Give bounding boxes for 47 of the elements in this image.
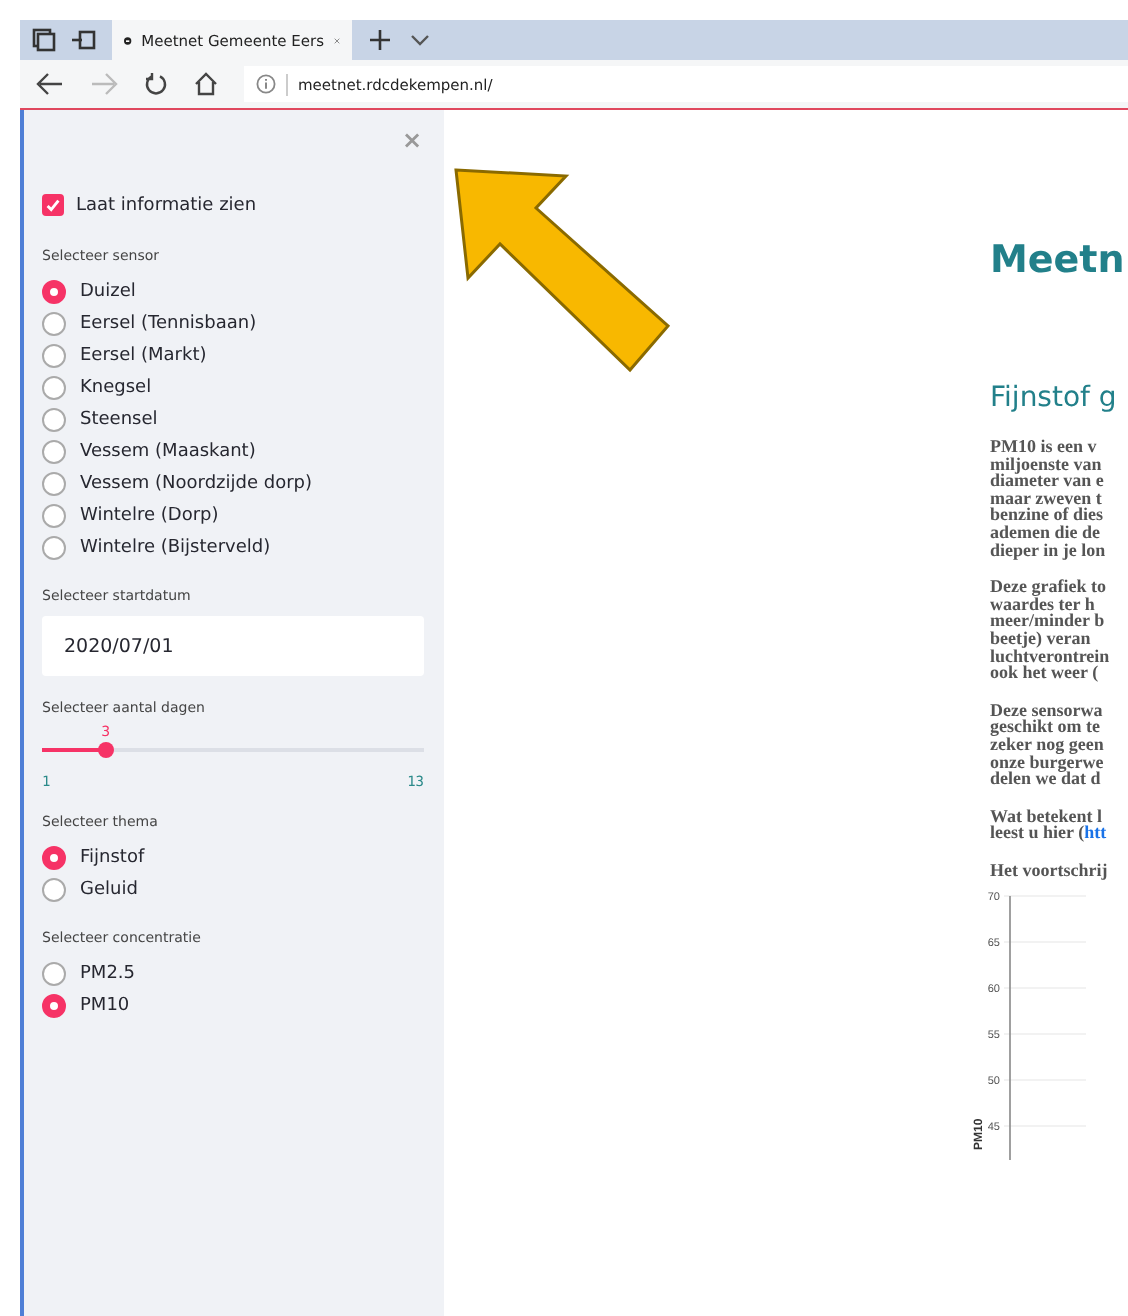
text-line: ook het weer ( <box>990 662 1099 683</box>
radio-option[interactable]: Eersel (Tennisbaan) <box>42 308 424 340</box>
radio-option[interactable]: Duizel <box>42 276 424 308</box>
text-line: Deze grafiek to <box>990 576 1106 597</box>
text-line: leest u hier ( <box>990 822 1085 843</box>
chart-heading: Het voortschrij <box>990 861 1110 879</box>
back-icon[interactable] <box>36 72 64 96</box>
radio-option[interactable]: Steensel <box>42 404 424 436</box>
slider-thumb[interactable] <box>97 742 114 758</box>
tabs-icon[interactable] <box>32 28 56 52</box>
refresh-icon[interactable] <box>144 72 168 96</box>
text-line: maar zweven t <box>990 487 1102 508</box>
text-line: beetje) veran <box>990 627 1091 648</box>
checkbox-label: Laat informatie zien <box>76 195 257 215</box>
radio-option[interactable]: Geluid <box>42 874 424 906</box>
text-line: diameter van e <box>990 470 1104 491</box>
radio-option[interactable]: Wintelre (Dorp) <box>42 500 424 532</box>
plus-icon[interactable] <box>368 28 392 52</box>
radio-option[interactable]: Knegsel <box>42 372 424 404</box>
tab-aside-icon[interactable] <box>72 28 96 52</box>
checkbox[interactable] <box>42 194 64 216</box>
radio-option[interactable]: Vessem (Noordzijde dorp) <box>42 468 424 500</box>
text-line: benzine of dies <box>990 504 1104 525</box>
radio-option[interactable]: Wintelre (Bijsterveld) <box>42 532 424 564</box>
text-line: Wat betekent l <box>990 805 1102 826</box>
home-icon[interactable] <box>194 72 218 96</box>
radio-option[interactable]: Fijnstof <box>42 842 424 874</box>
page-title: Meetn <box>990 238 1127 282</box>
radio-option[interactable]: PM2.5 <box>42 958 424 990</box>
info-icon <box>256 74 276 94</box>
text-line: geschikt om te <box>990 716 1100 737</box>
text-line: zeker nog geen <box>990 733 1104 754</box>
text-line: dieper in je lon <box>990 539 1106 560</box>
link[interactable]: htt <box>1084 822 1107 843</box>
radio-option[interactable]: Eersel (Markt) <box>42 340 424 372</box>
text-line: miljoenste van <box>990 453 1102 474</box>
date-field[interactable]: 2020/07/01 <box>42 616 424 676</box>
text-line: luchtverontrein <box>990 645 1110 666</box>
text-line: PM10 is een v <box>990 436 1097 456</box>
text-line: ademen die de <box>990 521 1100 542</box>
text-line: meer/minder b <box>990 610 1105 631</box>
text-line: Deze sensorwa <box>990 699 1103 720</box>
text-line: waardes ter h <box>990 593 1095 614</box>
text-line: onze burgerwe <box>990 751 1104 771</box>
radio-option[interactable]: Vessem (Maaskant) <box>42 436 424 468</box>
section-heading: Fijnstof g <box>990 380 1119 418</box>
radio-option[interactable]: PM10 <box>42 990 424 1022</box>
